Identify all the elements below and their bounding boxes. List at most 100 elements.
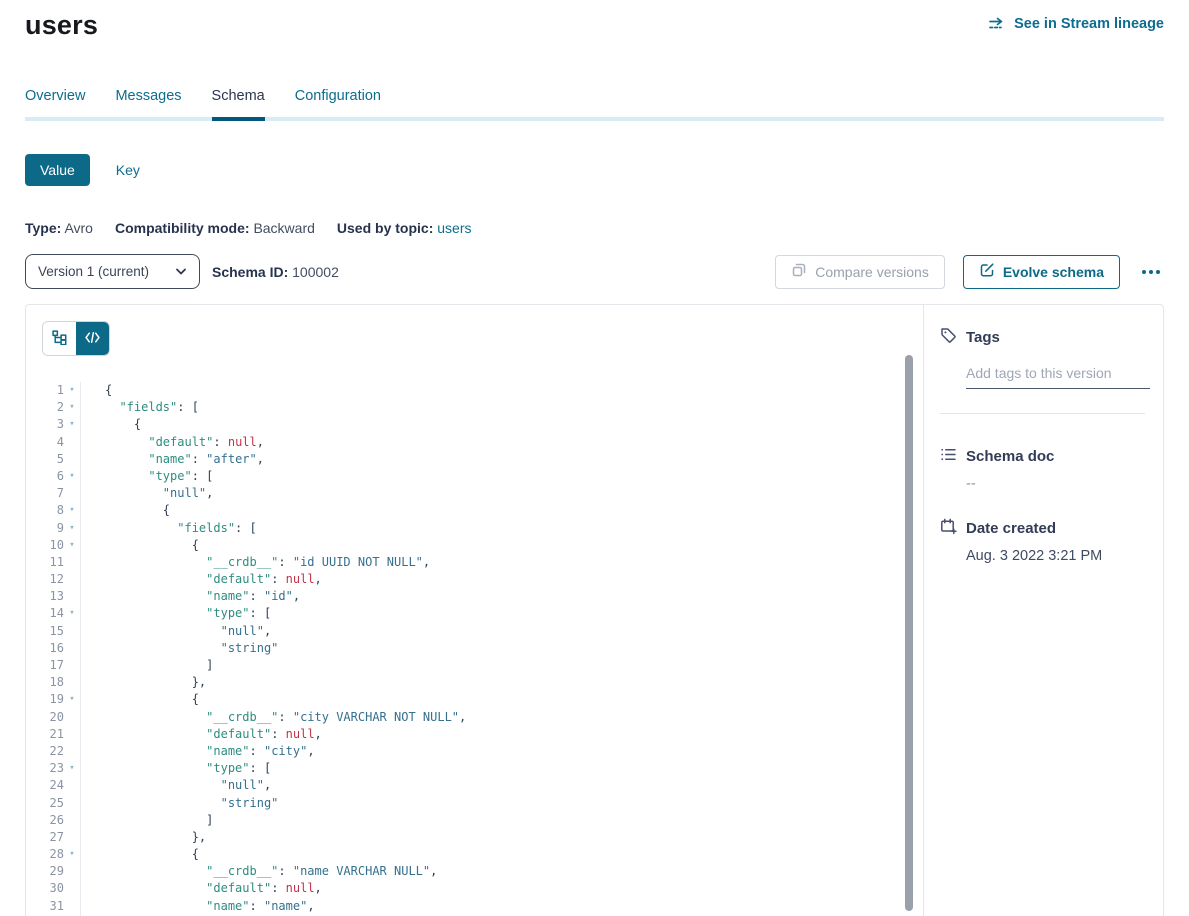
code-view-icon (85, 331, 100, 346)
fold-gutter (64, 571, 81, 588)
code-line: 11 "__crdb__": "id UUID NOT NULL", (42, 554, 923, 571)
code-line: 24 "null", (42, 777, 923, 794)
fold-gutter (64, 485, 81, 502)
code-line: 31 "name": "name", (42, 898, 923, 915)
code-text: "type": [ (81, 468, 213, 485)
code-text: ] (81, 812, 213, 829)
line-number: 13 (42, 588, 64, 605)
code-line: 21 "default": null, (42, 726, 923, 743)
value-toggle-button[interactable]: Value (25, 154, 90, 186)
fold-gutter (64, 795, 81, 812)
code-text: "fields": [ (81, 520, 257, 537)
line-number: 20 (42, 709, 64, 726)
version-select-value: Version 1 (current) (38, 264, 149, 279)
code-text: "default": null, (81, 434, 264, 451)
line-number: 11 (42, 554, 64, 571)
compare-versions-label: Compare versions (815, 264, 929, 280)
tab-overview[interactable]: Overview (25, 88, 85, 117)
code-text: { (81, 502, 170, 519)
fold-gutter (64, 657, 81, 674)
code-line: 17 ] (42, 657, 923, 674)
fold-arrow-icon[interactable]: ▾ (64, 502, 81, 519)
date-created-value: Aug. 3 2022 3:21 PM (966, 548, 1149, 564)
code-line: 9▾ "fields": [ (42, 520, 923, 537)
line-number: 10 (42, 537, 64, 554)
tab-configuration[interactable]: Configuration (295, 88, 381, 117)
code-text: "name": "city", (81, 743, 315, 760)
date-created-title: Date created (966, 520, 1056, 537)
line-number: 26 (42, 812, 64, 829)
evolve-schema-label: Evolve schema (1003, 264, 1104, 280)
line-number: 21 (42, 726, 64, 743)
vertical-scrollbar[interactable] (905, 355, 913, 911)
code-line: 8▾ { (42, 502, 923, 519)
key-toggle-button[interactable]: Key (116, 162, 140, 178)
more-options-button[interactable] (1138, 266, 1164, 278)
evolve-schema-button[interactable]: Evolve schema (963, 255, 1120, 289)
fold-gutter (64, 743, 81, 760)
code-text: { (81, 846, 199, 863)
fold-gutter (64, 812, 81, 829)
code-line: 14▾ "type": [ (42, 605, 923, 622)
fold-gutter (64, 863, 81, 880)
code-line: 27 }, (42, 829, 923, 846)
line-number: 22 (42, 743, 64, 760)
line-number: 31 (42, 898, 64, 915)
line-number: 24 (42, 777, 64, 794)
fold-gutter (64, 777, 81, 794)
fold-arrow-icon[interactable]: ▾ (64, 399, 81, 416)
code-view-button[interactable] (76, 322, 109, 355)
value-key-toggle: Value Key (25, 154, 1164, 186)
editor-view-toggle (42, 321, 110, 356)
compare-versions-button[interactable]: Compare versions (775, 255, 945, 289)
tab-messages[interactable]: Messages (115, 88, 181, 117)
schema-side-panel: Tags Schema (923, 305, 1163, 916)
version-select[interactable]: Version 1 (current) (25, 254, 200, 289)
tags-section: Tags (940, 327, 1149, 414)
fold-arrow-icon[interactable]: ▾ (64, 846, 81, 863)
line-number: 15 (42, 623, 64, 640)
code-line: 13 "name": "id", (42, 588, 923, 605)
fold-gutter (64, 709, 81, 726)
list-icon (940, 446, 957, 467)
line-number: 16 (42, 640, 64, 657)
fold-arrow-icon[interactable]: ▾ (64, 691, 81, 708)
fold-gutter (64, 434, 81, 451)
line-number: 14 (42, 605, 64, 622)
fold-arrow-icon[interactable]: ▾ (64, 605, 81, 622)
tree-view-icon (52, 330, 67, 348)
tags-title: Tags (966, 329, 1000, 346)
fold-arrow-icon[interactable]: ▾ (64, 468, 81, 485)
add-tags-input[interactable] (966, 361, 1150, 389)
code-line: 28▾ { (42, 846, 923, 863)
topic-link[interactable]: users (437, 220, 471, 236)
tree-view-button[interactable] (43, 322, 76, 355)
compatibility-mode: Compatibility mode: Backward (115, 220, 315, 236)
fold-gutter (64, 829, 81, 846)
used-by-topic: Used by topic: users (337, 220, 472, 236)
edit-icon (979, 262, 995, 281)
code-text: "name": "after", (81, 451, 264, 468)
code-text: "null", (81, 485, 213, 502)
line-number: 8 (42, 502, 64, 519)
code-text: }, (81, 674, 206, 691)
line-number: 12 (42, 571, 64, 588)
line-number: 25 (42, 795, 64, 812)
fold-arrow-icon[interactable]: ▾ (64, 520, 81, 537)
fold-arrow-icon[interactable]: ▾ (64, 760, 81, 777)
see-in-stream-lineage-link[interactable]: See in Stream lineage (988, 16, 1164, 32)
sidebar-divider (940, 413, 1145, 414)
code-line: 4 "default": null, (42, 434, 923, 451)
fold-gutter (64, 898, 81, 915)
fold-arrow-icon[interactable]: ▾ (64, 537, 81, 554)
date-created-section: Date created Aug. 3 2022 3:21 PM (940, 518, 1149, 564)
fold-arrow-icon[interactable]: ▾ (64, 416, 81, 433)
code-text: "default": null, (81, 726, 322, 743)
code-line: 20 "__crdb__": "city VARCHAR NOT NULL", (42, 709, 923, 726)
line-number: 29 (42, 863, 64, 880)
schema-controls-row: Version 1 (current) Schema ID: 100002 Co… (25, 254, 1164, 289)
code-text: "string" (81, 795, 278, 812)
line-number: 9 (42, 520, 64, 537)
fold-arrow-icon[interactable]: ▾ (64, 382, 81, 399)
tab-schema[interactable]: Schema (212, 88, 265, 117)
